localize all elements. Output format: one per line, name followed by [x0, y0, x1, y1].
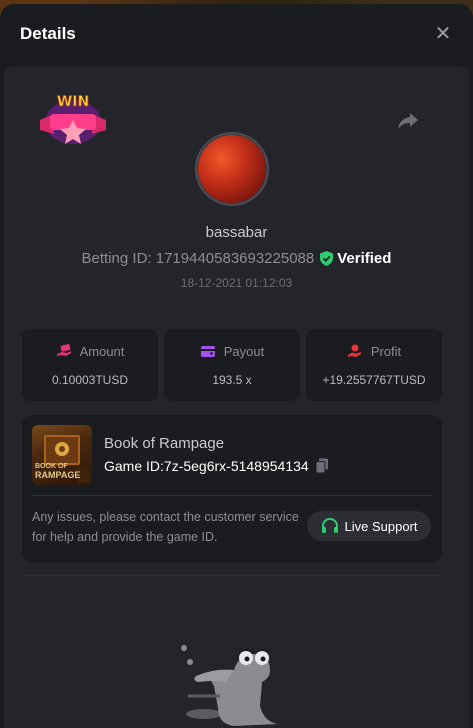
details-content: WIN bassabar Betting ID: 171944058369322… [4, 66, 469, 728]
divider [22, 575, 442, 576]
betting-id: Betting ID: 1719440583693225088 [81, 250, 315, 267]
live-support-button[interactable]: Live Support [307, 511, 431, 541]
game-id: Game ID:7z-5eg6rx-5148954134 [104, 458, 309, 474]
crocodile-mascot-icon [181, 645, 278, 726]
win-badge-icon: WIN [40, 94, 106, 144]
verified-label: Verified [337, 250, 392, 267]
headset-icon [321, 518, 338, 533]
details-modal: Details ✕ WIN bassabar Betting ID: 17194… [0, 4, 473, 728]
money-hand-icon [56, 344, 71, 356]
game-card: BOOK OF RAMPAGE Book of Rampage Game ID:… [22, 415, 442, 563]
close-icon[interactable]: ✕ [433, 24, 453, 44]
stat-payout-label: Payout [223, 343, 265, 359]
modal-header: Details ✕ [0, 4, 473, 64]
help-text: Any issues, please contact the customer … [32, 510, 299, 544]
stat-amount: Amount 0.10003TUSD [22, 329, 158, 401]
live-support-label: Live Support [344, 518, 418, 534]
stat-amount-value: 0.10003TUSD [51, 372, 129, 387]
thumb-text-line-2: RAMPAGE [35, 470, 81, 481]
divider [32, 495, 432, 496]
copy-icon[interactable] [315, 458, 329, 474]
stats-row: Amount 0.10003TUSD Payout 193.5 x Profit… [22, 329, 442, 401]
game-thumbnail[interactable]: BOOK OF RAMPAGE [32, 425, 92, 485]
svg-text:WIN: WIN [57, 94, 89, 110]
modal-title: Details [20, 24, 76, 43]
username: bassabar [205, 224, 268, 241]
stat-profit-value: +19.2557767TUSD [322, 372, 426, 387]
game-id-row: Game ID:7z-5eg6rx-5148954134 [104, 458, 329, 474]
betting-info: Betting ID: 1719440583693225088 Verified [4, 250, 469, 267]
stat-amount-label: Amount [79, 343, 125, 359]
verified-badge: Verified [320, 250, 391, 267]
shield-check-icon [320, 251, 334, 266]
share-icon[interactable] [396, 108, 420, 132]
avatar [195, 132, 269, 206]
stat-profit-label: Profit [370, 343, 402, 359]
stat-payout: Payout 193.5 x [164, 329, 300, 401]
bet-timestamp: 18-12-2021 01:12:03 [180, 276, 293, 290]
game-name[interactable]: Book of Rampage [104, 435, 224, 452]
stat-profit: Profit +19.2557767TUSD [306, 329, 442, 401]
wallet-icon [200, 346, 215, 357]
coin-hand-icon [347, 344, 361, 357]
avatar-image [198, 135, 266, 203]
stat-payout-value: 193.5 x [212, 372, 252, 387]
